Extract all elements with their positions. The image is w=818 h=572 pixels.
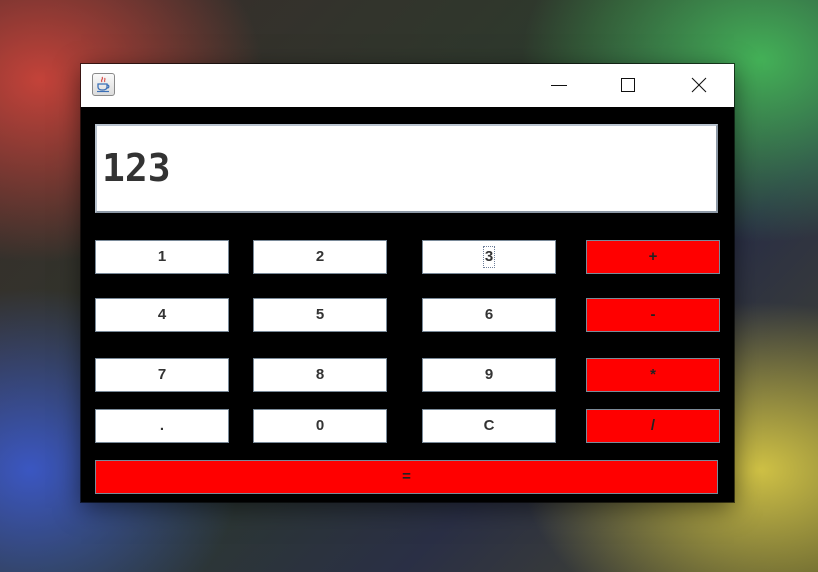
java-coffee-cup-icon[interactable] [92,73,115,96]
close-button[interactable] [676,64,722,107]
key-1-button[interactable]: 1 [95,240,229,274]
equals-button[interactable]: = [95,460,718,494]
decimal-point-button[interactable]: . [95,409,229,443]
minimize-icon [551,85,567,86]
key-4-button[interactable]: 4 [95,298,229,332]
key-5-button[interactable]: 5 [253,298,387,332]
calculator-window: 123 1 2 3 + 4 5 6 - 7 8 9 * . 0 C / = [81,64,734,502]
key-9-button[interactable]: 9 [422,358,556,392]
maximize-icon [621,78,635,92]
minus-button[interactable]: - [586,298,720,332]
close-icon [691,77,707,93]
clear-button[interactable]: C [422,409,556,443]
key-8-button[interactable]: 8 [253,358,387,392]
key-3-label: 3 [482,246,496,268]
multiply-button[interactable]: * [586,358,720,392]
maximize-button[interactable] [605,64,651,107]
minimize-button[interactable] [536,64,582,107]
display-field[interactable]: 123 [95,124,718,213]
plus-button[interactable]: + [586,240,720,274]
key-0-button[interactable]: 0 [253,409,387,443]
key-6-button[interactable]: 6 [422,298,556,332]
key-3-button[interactable]: 3 [422,240,556,274]
divide-button[interactable]: / [586,409,720,443]
key-7-button[interactable]: 7 [95,358,229,392]
title-bar[interactable] [81,64,734,107]
key-2-button[interactable]: 2 [253,240,387,274]
